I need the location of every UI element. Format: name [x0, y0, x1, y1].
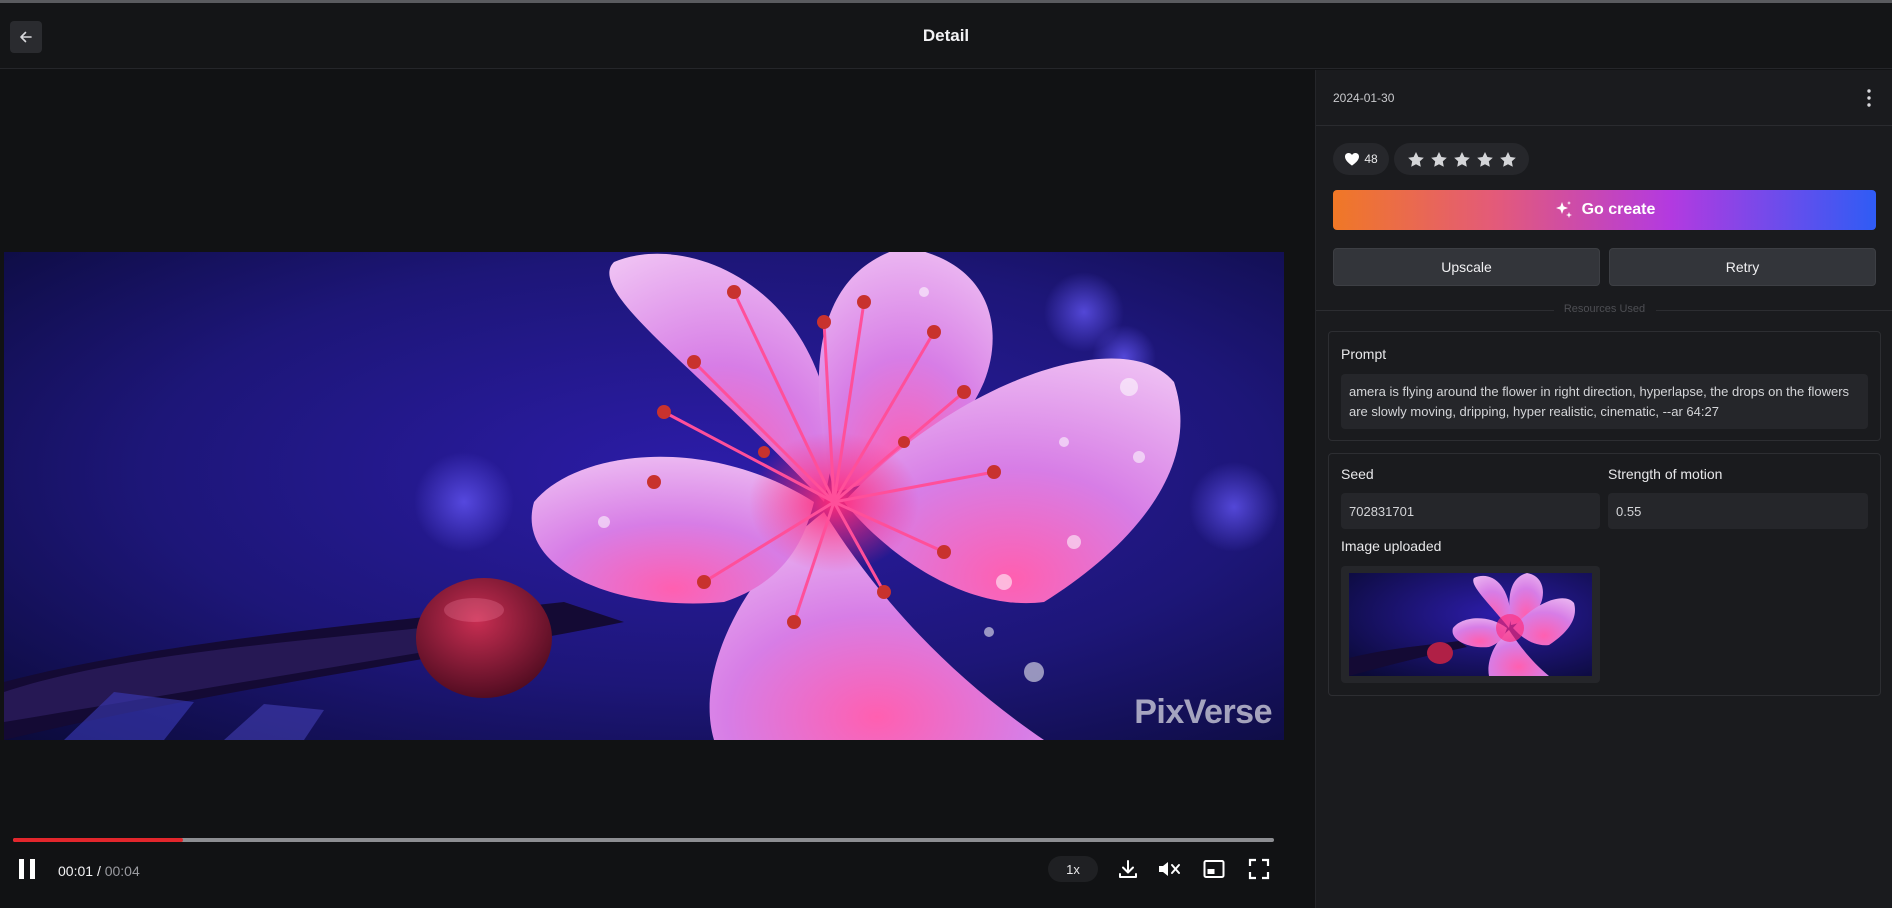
- star-icon: [1407, 151, 1424, 167]
- star-4[interactable]: [1476, 151, 1494, 168]
- pause-icon: [19, 859, 35, 879]
- video-still: [4, 252, 1284, 740]
- download-button[interactable]: [1115, 856, 1141, 882]
- fullscreen-button[interactable]: [1246, 856, 1272, 882]
- prompt-text[interactable]: amera is flying around the flower in rig…: [1341, 374, 1868, 429]
- resources-divider: Resources Used: [1316, 303, 1892, 317]
- current-time: 00:01: [58, 863, 94, 879]
- duration: 00:04: [104, 863, 140, 879]
- video-frame[interactable]: PixVerse: [4, 252, 1284, 740]
- creation-date: 2024-01-30: [1333, 91, 1395, 105]
- volume-muted-icon: [1159, 862, 1180, 876]
- star-3[interactable]: [1453, 151, 1471, 168]
- like-count: 48: [1364, 152, 1378, 166]
- star-icon: [1453, 151, 1470, 167]
- heart-icon: [1345, 153, 1360, 166]
- fullscreen-icon: [1248, 858, 1270, 880]
- picture-in-picture-icon: [1203, 860, 1225, 878]
- uploaded-image-still: [1349, 573, 1592, 676]
- pause-button[interactable]: [14, 856, 40, 882]
- progress-bar[interactable]: [13, 838, 1274, 842]
- resources-used-label: Resources Used: [1563, 303, 1646, 315]
- go-create-label: Go create: [1581, 201, 1656, 218]
- watermark: PixVerse: [1134, 693, 1272, 731]
- star-5[interactable]: [1499, 151, 1517, 168]
- star-icon: [1476, 151, 1493, 167]
- more-options-button[interactable]: [1859, 86, 1879, 110]
- picture-in-picture-button[interactable]: [1201, 856, 1227, 882]
- prompt-card: Prompt amera is flying around the flower…: [1328, 331, 1881, 441]
- strength-of-motion-value[interactable]: 0.55: [1608, 493, 1868, 529]
- strength-of-motion-label: Strength of motion: [1608, 466, 1723, 482]
- star-icon: [1499, 151, 1516, 167]
- like-button[interactable]: 48: [1333, 143, 1389, 175]
- mute-button[interactable]: [1156, 856, 1182, 882]
- top-bar: Detail: [0, 3, 1892, 69]
- time-separator: /: [96, 863, 101, 879]
- star-icon: [1430, 151, 1447, 167]
- progress-played: [13, 838, 184, 842]
- star-rating: [1394, 143, 1529, 175]
- upscale-button[interactable]: Upscale: [1333, 248, 1600, 286]
- star-1[interactable]: [1407, 151, 1425, 168]
- page-title: Detail: [922, 26, 970, 45]
- seed-value[interactable]: 702831701: [1341, 493, 1600, 529]
- go-create-button[interactable]: Go create: [1333, 190, 1876, 230]
- date-row: 2024-01-30: [1316, 70, 1892, 126]
- prompt-label: Prompt: [1341, 346, 1387, 362]
- detail-sidebar: 2024-01-30 48 Go create Upscale Retry Re…: [1315, 70, 1892, 908]
- seed-label: Seed: [1341, 466, 1374, 482]
- video-player: PixVerse 00:01 / 00:04 1x: [0, 70, 1315, 908]
- parameters-card: Seed Strength of motion 702831701 0.55 I…: [1328, 453, 1881, 696]
- uploaded-image-thumbnail: [1349, 573, 1592, 676]
- playback-speed-button[interactable]: 1x: [1048, 856, 1098, 882]
- more-vertical-icon: [1867, 89, 1871, 107]
- star-2[interactable]: [1430, 151, 1448, 168]
- uploaded-image[interactable]: [1341, 566, 1600, 683]
- time-display: 00:01 / 00:04: [58, 863, 140, 879]
- image-uploaded-label: Image uploaded: [1341, 538, 1442, 554]
- sparkle-icon: [1555, 201, 1572, 218]
- download-icon: [1119, 860, 1137, 878]
- retry-button[interactable]: Retry: [1609, 248, 1876, 286]
